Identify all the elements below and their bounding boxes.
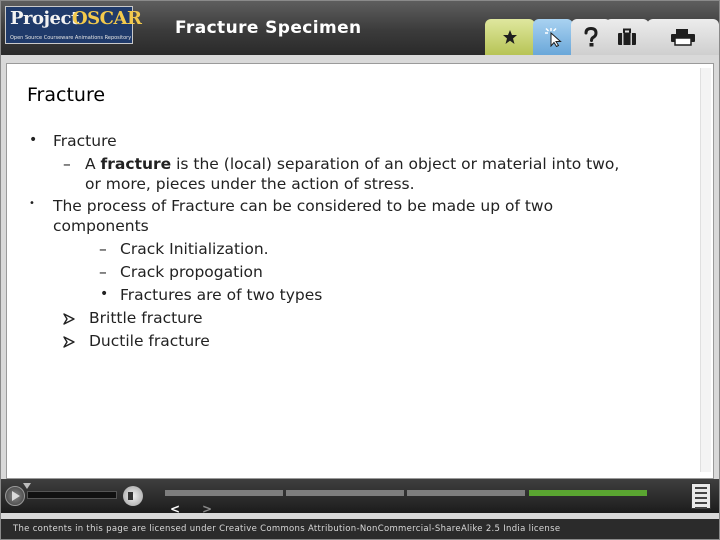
- header-bar: Project OSCAR Open Source Courseware Ani…: [1, 1, 719, 55]
- crack-propagation: Crack propogation: [120, 263, 263, 281]
- player-controls: < >: [1, 479, 719, 515]
- sub-item-dash: –: [63, 155, 71, 173]
- tab-star[interactable]: [485, 19, 535, 55]
- progress-segment[interactable]: [407, 490, 525, 496]
- tab-kit[interactable]: [605, 19, 649, 55]
- logo-oscar-text: OSCAR: [72, 8, 142, 29]
- printer-icon: [671, 29, 695, 46]
- app-window: Project OSCAR Open Source Courseware Ani…: [0, 0, 720, 540]
- previous-button[interactable]: <: [165, 503, 185, 515]
- progress-segment[interactable]: [165, 490, 283, 496]
- sub-item-dash: –: [99, 240, 107, 258]
- slide-progress: [165, 490, 647, 496]
- volume-button[interactable]: [123, 486, 143, 506]
- slide-content: Fracture • Fracture – A fracture is the …: [6, 63, 714, 479]
- bullet-dot: •: [29, 198, 35, 209]
- star-icon: [503, 30, 517, 44]
- crack-initialization: Crack Initialization.: [120, 240, 269, 258]
- logo-tagline: Open Source Courseware Animations Reposi…: [10, 35, 132, 41]
- logo-project-text: Project: [10, 8, 79, 29]
- fracture-definition-cont: or more, pieces under the action of stre…: [85, 175, 415, 193]
- tab-pointer[interactable]: [533, 19, 573, 55]
- content-scrollbar[interactable]: [700, 68, 711, 472]
- definition-prefix: A: [85, 155, 101, 173]
- tab-print[interactable]: [647, 19, 719, 55]
- seek-handle[interactable]: [23, 483, 31, 489]
- license-bar: The contents in this page are licensed u…: [1, 519, 719, 539]
- briefcase-icon: [618, 28, 636, 45]
- pointer-click-icon: [545, 27, 562, 47]
- license-text: The contents in this page are licensed u…: [13, 524, 561, 534]
- bullet-dot: •: [100, 286, 109, 302]
- arrow-bullet-icon: [63, 313, 75, 325]
- bullet-dot: •: [29, 132, 38, 148]
- play-button[interactable]: [5, 486, 25, 506]
- definition-term: fracture: [100, 155, 172, 173]
- item-process-line1: The process of Fracture can be considere…: [53, 197, 554, 215]
- page-title: Fracture Specimen: [175, 18, 362, 38]
- progress-segment[interactable]: [286, 490, 404, 496]
- fracture-definition: A fracture is the (local) separation of …: [85, 155, 619, 174]
- audio-seek-bar[interactable]: [27, 491, 117, 499]
- sub-item-dash: –: [99, 263, 107, 281]
- arrow-bullet-icon: [63, 336, 75, 348]
- next-button[interactable]: >: [197, 503, 217, 515]
- definition-text: is the (local) separation of an object o…: [171, 155, 620, 173]
- type-ductile: Ductile fracture: [89, 332, 210, 350]
- item-fracture: Fracture: [53, 132, 117, 150]
- slide-heading: Fracture: [27, 84, 106, 106]
- question-icon: [584, 27, 598, 47]
- type-brittle: Brittle fracture: [89, 309, 203, 327]
- fracture-types: Fractures are of two types: [120, 286, 323, 304]
- progress-segment-current[interactable]: [529, 490, 647, 496]
- item-process-line2: components: [53, 217, 149, 235]
- notes-icon[interactable]: [691, 483, 711, 509]
- project-oscar-logo[interactable]: Project OSCAR Open Source Courseware Ani…: [5, 6, 142, 44]
